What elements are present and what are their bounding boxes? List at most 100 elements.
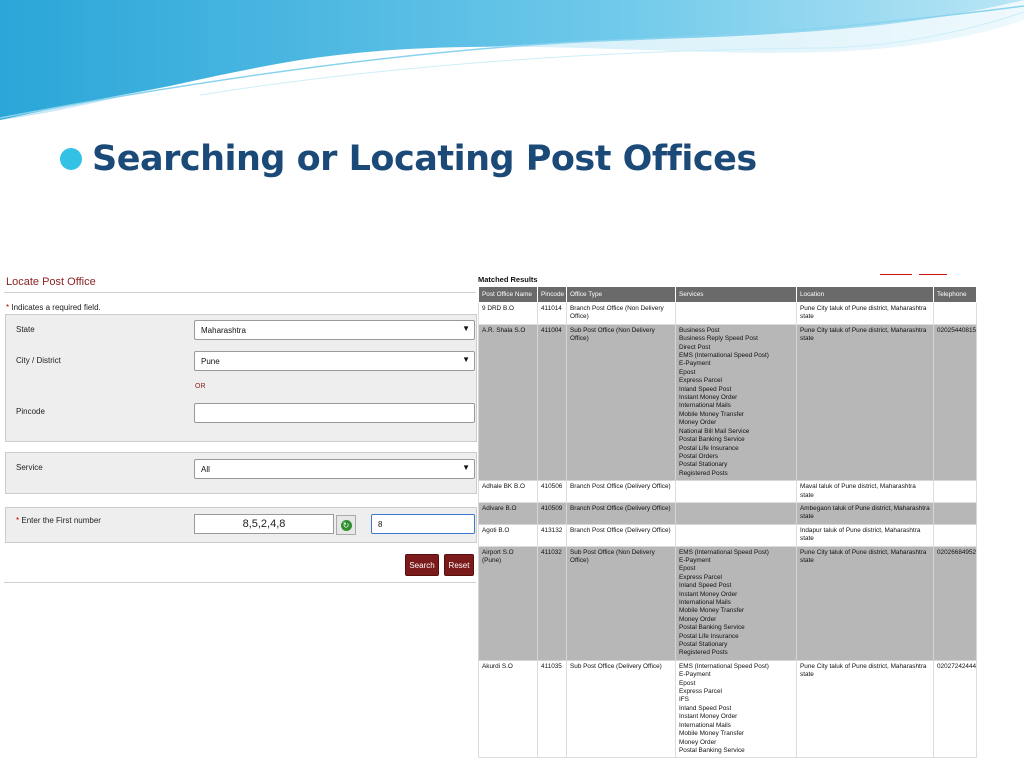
pincode-input[interactable] [194,403,475,423]
service-item: EMS (International Speed Post) [679,352,769,360]
column-header: Location [796,286,934,303]
reset-button[interactable]: Reset [444,554,474,576]
cell-pincode: 411035 [537,659,567,759]
table-row[interactable]: Adhale BK B.O 410506 Branch Post Office (D… [478,480,977,503]
service-label: Service [16,463,43,472]
service-item: Mobile Money Transfer [679,730,744,738]
or-label: OR [195,383,206,390]
service-select[interactable]: All ▼ [194,459,475,479]
service-item: Instant Money Order [679,713,738,721]
cell-services [675,523,797,547]
cell-pincode: 413132 [537,523,567,547]
cell-name: Airport S.O (Pune) [478,545,538,661]
service-item: Inland Speed Post [679,582,732,590]
service-item: EMS (International Speed Post) [679,548,769,556]
cell-telephone [933,480,977,503]
divider [4,292,476,293]
pincode-label: Pincode [16,407,45,416]
cell-telephone: 02026684952 [933,545,977,661]
cell-name: A.R. Shala S.O [478,323,538,482]
column-header: Telephone [933,286,977,303]
cell-pincode: 410506 [537,480,567,503]
form-title: Locate Post Office [6,276,96,288]
chevron-down-icon: ▼ [462,463,470,472]
service-item: Epost [679,679,696,687]
service-item: International Mails [679,402,731,410]
service-item: Express Parcel [679,688,722,696]
first-number-label: * Enter the First number [16,516,101,525]
cell-telephone [933,302,977,325]
cell-location: Maval taluk of Pune district, Maharashtr… [796,480,934,503]
cell-location: Indapur taluk of Pune district, Maharash… [796,523,934,547]
cell-telephone: 02027242444 [933,659,977,759]
cell-type: Sub Post Office (Non Delivery Office) [566,323,676,482]
service-item: Money Order [679,615,717,623]
table-row[interactable]: Agoti B.O 413132 Branch Post Office (Deliv… [478,523,977,547]
service-item: Inland Speed Post [679,704,732,712]
results-title: Matched Results [478,275,538,284]
service-item: Postal Life Insurance [679,632,739,640]
service-item: Mobile Money Transfer [679,607,744,615]
cell-pincode: 410509 [537,501,567,525]
captcha-display: 8,5,2,4,8 [194,514,334,534]
service-item: EMS (International Speed Post) [679,662,769,670]
column-header: Office Type [566,286,676,303]
slide-heading: Searching or Locating Post Offices [92,139,757,179]
results-table-body: 9 DRD B.O 411014 Branch Post Office (Non D… [478,302,977,759]
service-value: All [201,464,210,474]
cell-location: Pune City taluk of Pune district, Mahara… [796,323,934,482]
cell-location: Pune City taluk of Pune district, Mahara… [796,659,934,759]
service-item: Epost [679,565,696,573]
cell-location: Pune City taluk of Pune district, Mahara… [796,302,934,325]
header-link-underline[interactable] [880,270,912,275]
column-header: Pincode [537,286,567,303]
cell-pincode: 411032 [537,545,567,661]
service-item: Postal Banking Service [679,746,745,754]
cell-services [675,480,797,503]
service-item: Express Parcel [679,573,722,581]
service-item: Money Order [679,419,717,427]
cell-telephone: 02025440815 [933,323,977,482]
cell-type: Branch Post Office (Delivery Office) [566,480,676,503]
refresh-captcha-button[interactable]: ↻ [336,515,356,535]
cell-services: EMS (International Speed Post) E-Payment E… [675,659,797,759]
divider [4,582,476,583]
table-row[interactable]: Adivare B.O 410509 Branch Post Office (Del… [478,501,977,525]
cell-location: Ambegaon taluk of Pune district, Maharas… [796,501,934,525]
required-star: * [6,303,10,312]
chevron-down-icon: ▼ [462,324,470,333]
captcha-answer-input[interactable]: 8 [371,514,475,534]
search-button[interactable]: Search [405,554,439,576]
table-row[interactable]: Akurdi S.O 411035 Sub Post Office (Deliver… [478,659,977,759]
cell-name: Adhale BK B.O [478,480,538,503]
service-item: E-Payment [679,556,711,564]
header-link-underline[interactable] [919,270,947,275]
cell-location: Pune City taluk of Pune district, Mahara… [796,545,934,661]
cell-services: Business Post Business Reply Speed Post Di… [675,323,797,482]
required-note: * Indicates a required field. [6,303,101,312]
header-wave-graphic [0,0,1024,128]
service-item: Epost [679,368,696,376]
city-select[interactable]: Pune ▼ [194,351,475,371]
locate-post-office-form: Locate Post Office * Indicates a require… [2,270,477,590]
location-fieldset: State Maharashtra ▼ City / District Pune… [5,314,477,442]
cell-type: Branch Post Office (Non Delivery Office) [566,302,676,325]
city-label: City / District [16,356,61,365]
service-item: Postal Stationary [679,641,728,649]
table-row[interactable]: 9 DRD B.O 411014 Branch Post Office (Non D… [478,302,977,325]
cell-type: Branch Post Office (Delivery Office) [566,501,676,525]
service-item: E-Payment [679,671,711,679]
service-item: Business Post [679,326,720,334]
refresh-icon: ↻ [340,519,352,531]
matched-results-panel: Matched Results Post Office Name Pincode O… [478,270,978,768]
service-item: Instant Money Order [679,394,738,402]
service-item: Instant Money Order [679,590,738,598]
state-select[interactable]: Maharashtra ▼ [194,320,475,340]
cell-name: Agoti B.O [478,523,538,547]
table-row[interactable]: Airport S.O (Pune) 411032 Sub Post Office … [478,545,977,661]
service-item: Postal Banking Service [679,436,745,444]
table-row[interactable]: A.R. Shala S.O 411004 Sub Post Office (Non… [478,323,977,482]
service-item: Registered Posts [679,469,728,477]
captcha-fieldset: * Enter the First number 8,5,2,4,8 ↻ 8 [5,507,477,543]
service-item: Postal Stationary [679,461,728,469]
